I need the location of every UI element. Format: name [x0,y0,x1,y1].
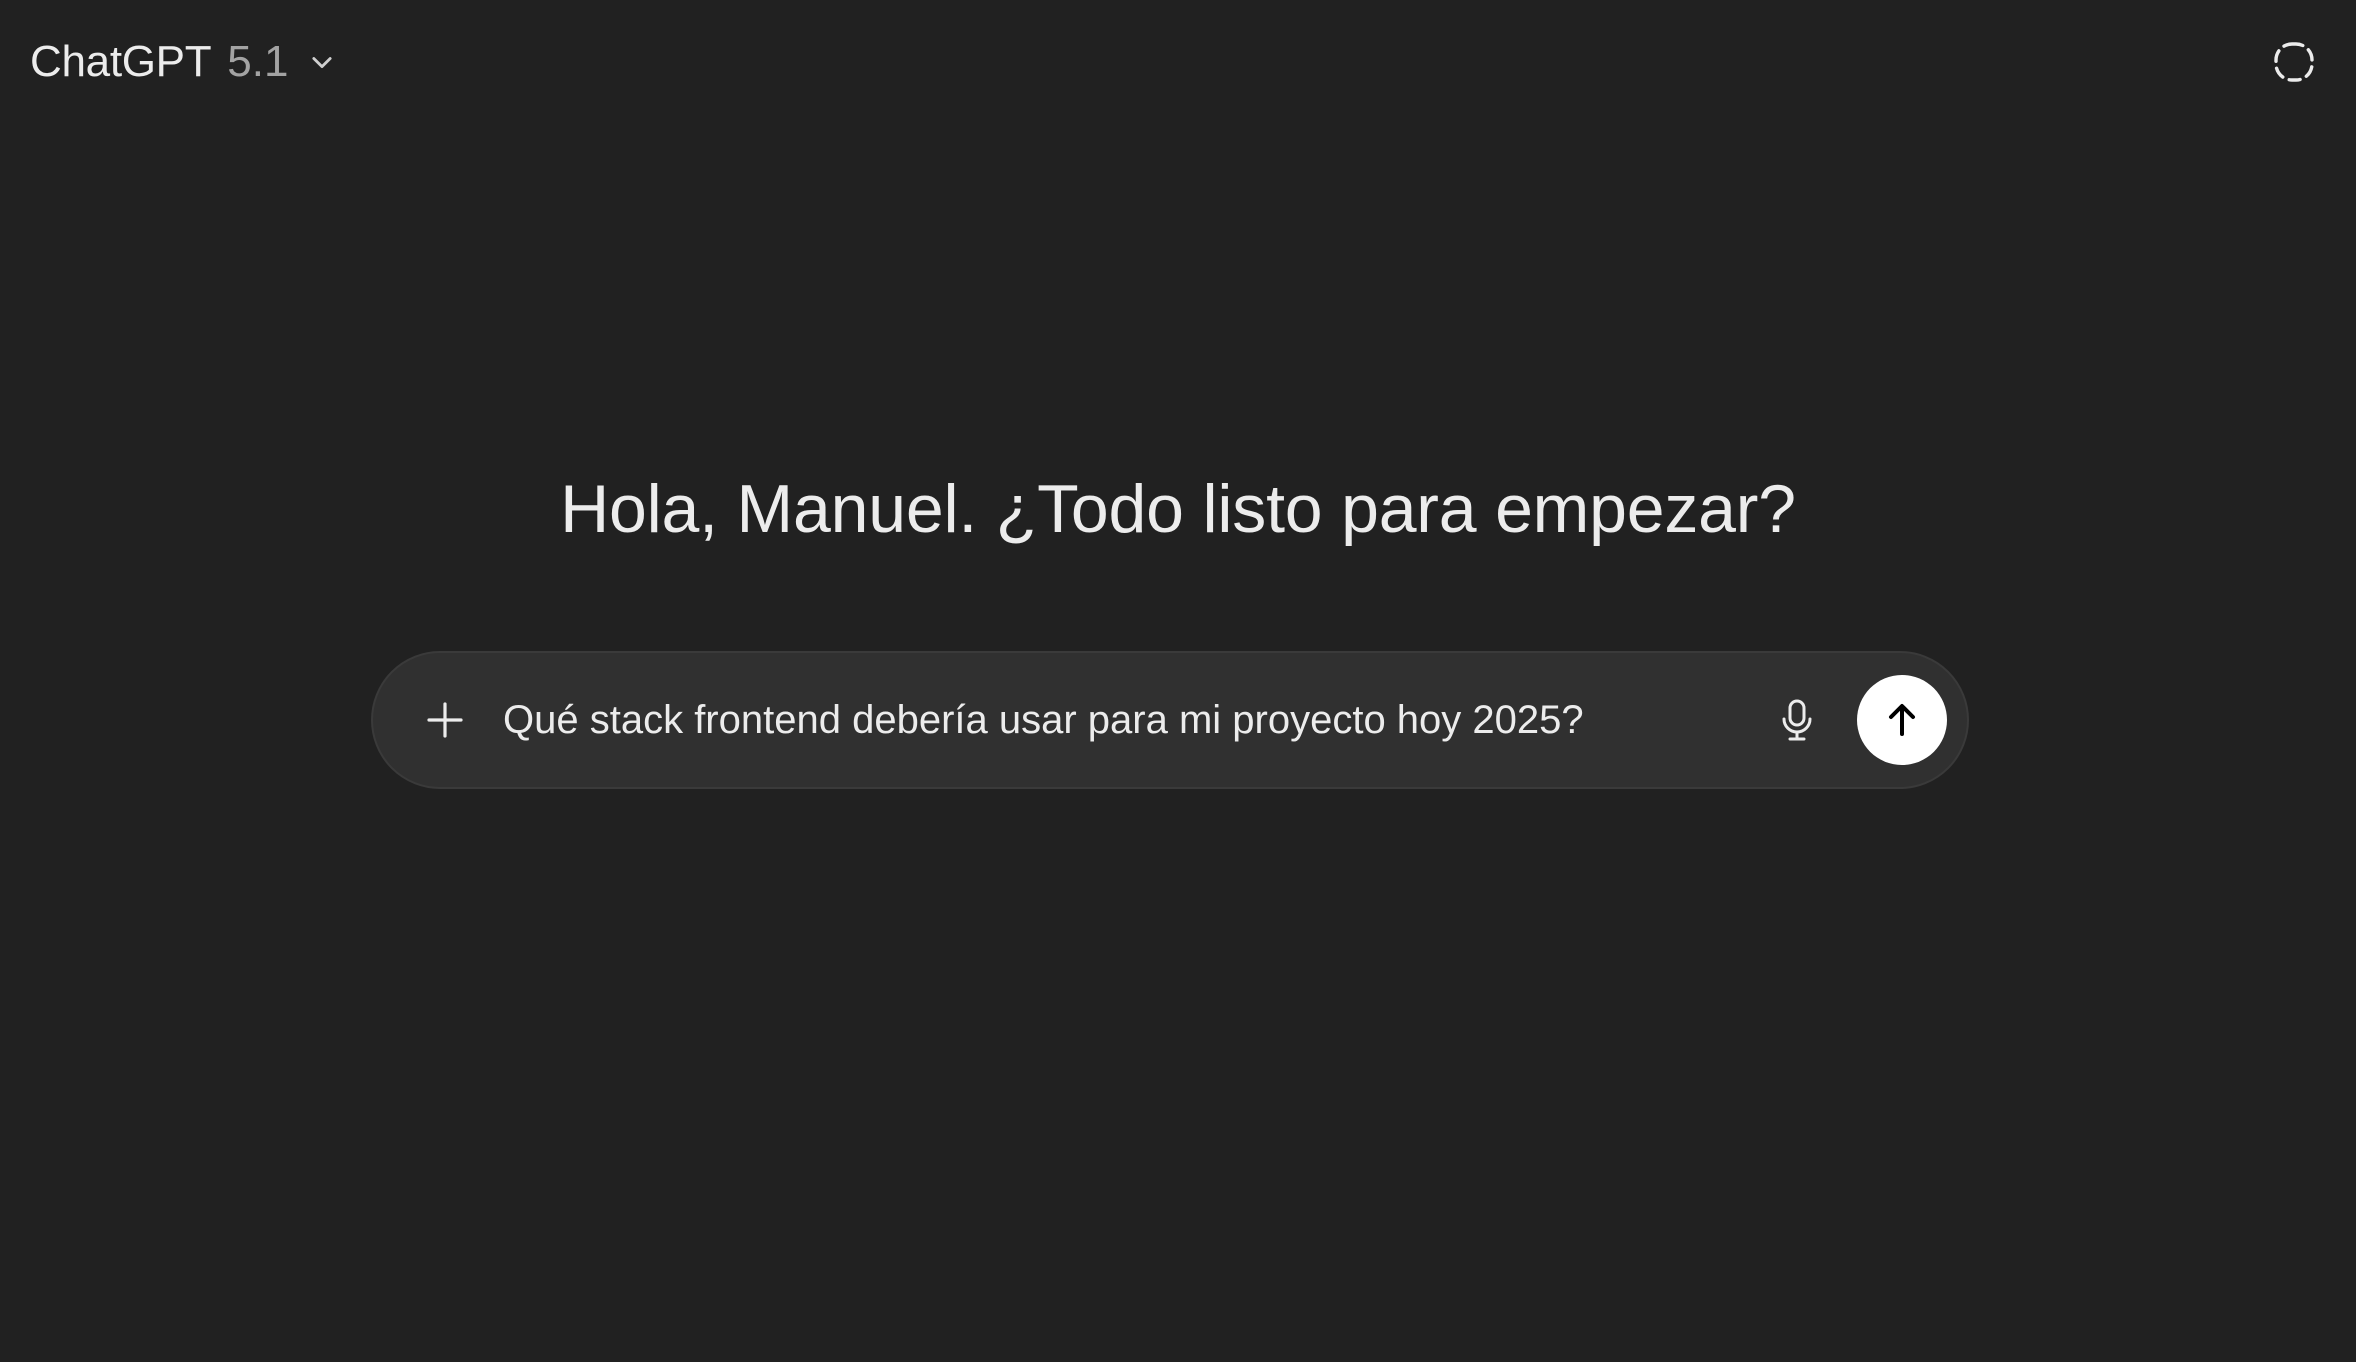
plus-icon [425,700,465,740]
dictate-button[interactable] [1765,688,1829,752]
microphone-icon [1777,698,1817,742]
model-version: 5.1 [227,37,289,86]
send-button[interactable] [1857,675,1947,765]
dashed-circle-icon [2272,40,2316,84]
chevron-down-icon [308,48,336,76]
top-bar: ChatGPT 5.1 [0,0,2356,124]
model-name: ChatGPT [30,37,212,86]
prompt-input[interactable] [503,687,1603,753]
attach-button[interactable] [413,688,477,752]
greeting-heading: Hola, Manuel. ¿Todo listo para empezar? [560,471,1796,547]
temporary-chat-button[interactable] [2262,30,2326,94]
prompt-composer [371,651,1969,789]
arrow-up-icon [1882,700,1922,740]
model-selector-button[interactable]: ChatGPT 5.1 [20,30,346,94]
